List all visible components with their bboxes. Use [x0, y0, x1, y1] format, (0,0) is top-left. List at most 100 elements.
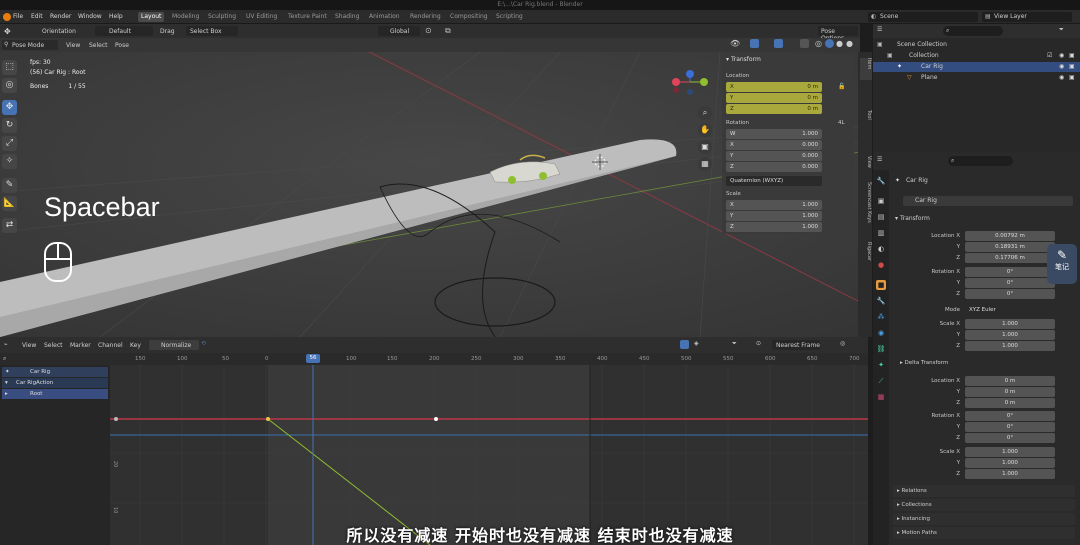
modifier-tab-icon[interactable]: 🔧: [876, 296, 886, 306]
tab-shading[interactable]: Shading: [335, 13, 359, 20]
search-icon[interactable]: ⌕: [3, 355, 6, 363]
breakdowner-tool-icon[interactable]: ⇄: [2, 218, 17, 233]
cursor-tool-icon[interactable]: ◎: [2, 78, 17, 93]
blender-logo-icon[interactable]: [3, 13, 11, 21]
outliner-row-collection[interactable]: ▣ Collection ☑ ◉ ▣: [873, 51, 1080, 61]
transform-orientation-dropdown[interactable]: Global: [378, 26, 420, 36]
location-y-field[interactable]: Y0 m: [726, 93, 822, 103]
rotation-z-field[interactable]: Z 0.000: [726, 162, 822, 172]
transform-header[interactable]: ▾ Transform: [726, 56, 761, 63]
menu-edit[interactable]: Edit: [31, 13, 43, 20]
tab-texture-paint[interactable]: Texture Paint: [288, 13, 327, 20]
select-tool-icon[interactable]: ⬚: [2, 60, 17, 75]
physics-tab-icon[interactable]: ◉: [876, 328, 886, 338]
proportional-edit-icon[interactable]: ◎: [840, 340, 845, 347]
location-z-field[interactable]: Z0 m: [726, 104, 822, 114]
menu-select[interactable]: Select: [89, 42, 108, 49]
menu-render[interactable]: Render: [50, 13, 71, 20]
tab-scripting[interactable]: Scripting: [496, 13, 523, 20]
rotation-x-field[interactable]: X 0.000: [726, 140, 822, 150]
tab-rendering[interactable]: Rendering: [410, 13, 441, 20]
note-button[interactable]: ✎ 笔记: [1047, 244, 1077, 284]
graph-menu-view[interactable]: View: [22, 342, 36, 349]
nav-zoom-icon[interactable]: ⌕: [698, 106, 712, 120]
transform-section-header[interactable]: ▾ Transform: [895, 214, 930, 224]
outliner-search-input[interactable]: ⌕: [943, 26, 1003, 36]
outliner-row-plane[interactable]: ▽ Plane ◉ ▣: [873, 73, 1080, 83]
camera-icon[interactable]: ▣: [1069, 73, 1075, 83]
current-frame-indicator[interactable]: 56: [306, 354, 320, 363]
measure-tool-icon[interactable]: 📐: [2, 196, 17, 211]
graph-menu-select[interactable]: Select: [44, 342, 63, 349]
pivot-icon[interactable]: ⊙: [756, 340, 761, 347]
delta-rotation-z[interactable]: 0°: [965, 433, 1055, 443]
tab-uv-editing[interactable]: UV Editing: [246, 13, 277, 20]
filter-icon[interactable]: ⏷: [1059, 26, 1064, 34]
delta-transform-header[interactable]: ▸ Delta Transform: [900, 360, 948, 366]
output-tab-icon[interactable]: ▤: [876, 212, 886, 222]
texture-tab-icon[interactable]: ▦: [876, 392, 886, 402]
pivot-icon[interactable]: ⊙: [425, 26, 432, 35]
prop-rotation-z[interactable]: 0°: [965, 289, 1055, 299]
shading-solid-icon[interactable]: [825, 39, 834, 48]
tab-modeling[interactable]: Modeling: [172, 13, 199, 20]
eye-icon[interactable]: ◉: [1059, 62, 1064, 72]
tab-compositing[interactable]: Compositing: [450, 13, 488, 20]
object-tab-icon[interactable]: ■: [876, 280, 886, 290]
tab-sculpting[interactable]: Sculpting: [208, 13, 236, 20]
rotate-tool-icon[interactable]: ↻: [2, 118, 17, 133]
rotation-y-field[interactable]: Y 0.000: [726, 151, 822, 161]
overlay-icon[interactable]: [774, 39, 783, 48]
eye-icon[interactable]: ◉: [1059, 73, 1064, 83]
menu-file[interactable]: File: [13, 13, 23, 20]
scale-y-field[interactable]: Y 1.000: [726, 211, 822, 221]
move-tool-icon[interactable]: ✥: [2, 100, 17, 115]
prop-scale-x[interactable]: 1.000: [965, 319, 1055, 329]
data-name-field[interactable]: Car Rig: [903, 196, 1073, 206]
filter-icon[interactable]: ⏷: [732, 340, 737, 348]
scale-tool-icon[interactable]: ⤢: [2, 136, 17, 151]
drag-dropdown[interactable]: Select Box: [186, 26, 238, 36]
prop-location-y[interactable]: 0.18931 m: [965, 242, 1055, 252]
particles-tab-icon[interactable]: ⁂: [876, 312, 886, 322]
nav-pan-icon[interactable]: ✋: [698, 123, 712, 137]
graph-menu-key[interactable]: Key: [130, 342, 141, 349]
prop-location-z[interactable]: 0.17706 m: [965, 253, 1055, 263]
rotation-mode-dropdown[interactable]: Quaternion (WXYZ): [726, 176, 822, 186]
prop-rotation-mode-dropdown[interactable]: XYZ Euler: [965, 305, 1055, 315]
orientation-dropdown[interactable]: Default: [95, 26, 153, 36]
outliner-row-scene-collection[interactable]: ▣ Scene Collection: [873, 40, 1080, 50]
menu-window[interactable]: Window: [78, 13, 102, 20]
gizmo-icon[interactable]: [750, 39, 759, 48]
tab-rigacar[interactable]: Rigacar: [860, 242, 872, 261]
scale-z-field[interactable]: Z 1.000: [726, 222, 822, 232]
tool-tab-icon[interactable]: 🔧: [876, 176, 886, 186]
section-collections[interactable]: ▸ Collections: [893, 499, 1075, 511]
xray-icon[interactable]: [800, 39, 809, 48]
view-object-types-icon[interactable]: 👁: [730, 39, 740, 48]
transform-tool-icon[interactable]: ✧: [2, 154, 17, 169]
prop-scale-y[interactable]: 1.000: [965, 330, 1055, 340]
delta-rotation-x[interactable]: 0°: [965, 411, 1055, 421]
checkbox-icon[interactable]: ☑: [1047, 51, 1052, 61]
delta-scale-z[interactable]: 1.000: [965, 469, 1055, 479]
delta-rotation-y[interactable]: 0°: [965, 422, 1055, 432]
camera-icon[interactable]: ▣: [1069, 51, 1075, 61]
nav-camera-icon[interactable]: ▣: [698, 140, 712, 154]
tab-layout[interactable]: Layout: [138, 12, 165, 22]
outliner-editor-icon[interactable]: ☰: [877, 26, 882, 33]
view-layer-tab-icon[interactable]: ▥: [876, 228, 886, 238]
pose-options-dropdown[interactable]: Pose Options: [818, 26, 858, 42]
render-tab-icon[interactable]: ▣: [876, 196, 886, 206]
camera-icon[interactable]: ▣: [1069, 62, 1075, 72]
menu-help[interactable]: Help: [109, 13, 123, 20]
constraints-tab-icon[interactable]: ⛓: [876, 344, 886, 354]
properties-search-input[interactable]: ⌕: [948, 156, 1013, 166]
delta-location-z[interactable]: 0 m: [965, 398, 1055, 408]
delta-scale-x[interactable]: 1.000: [965, 447, 1055, 457]
delta-location-y[interactable]: 0 m: [965, 387, 1055, 397]
delta-location-x[interactable]: 0 m: [965, 376, 1055, 386]
rotation-w-field[interactable]: W 1.000: [726, 129, 822, 139]
tab-item[interactable]: Item: [860, 58, 872, 80]
prop-rotation-x[interactable]: 0°: [965, 267, 1055, 277]
